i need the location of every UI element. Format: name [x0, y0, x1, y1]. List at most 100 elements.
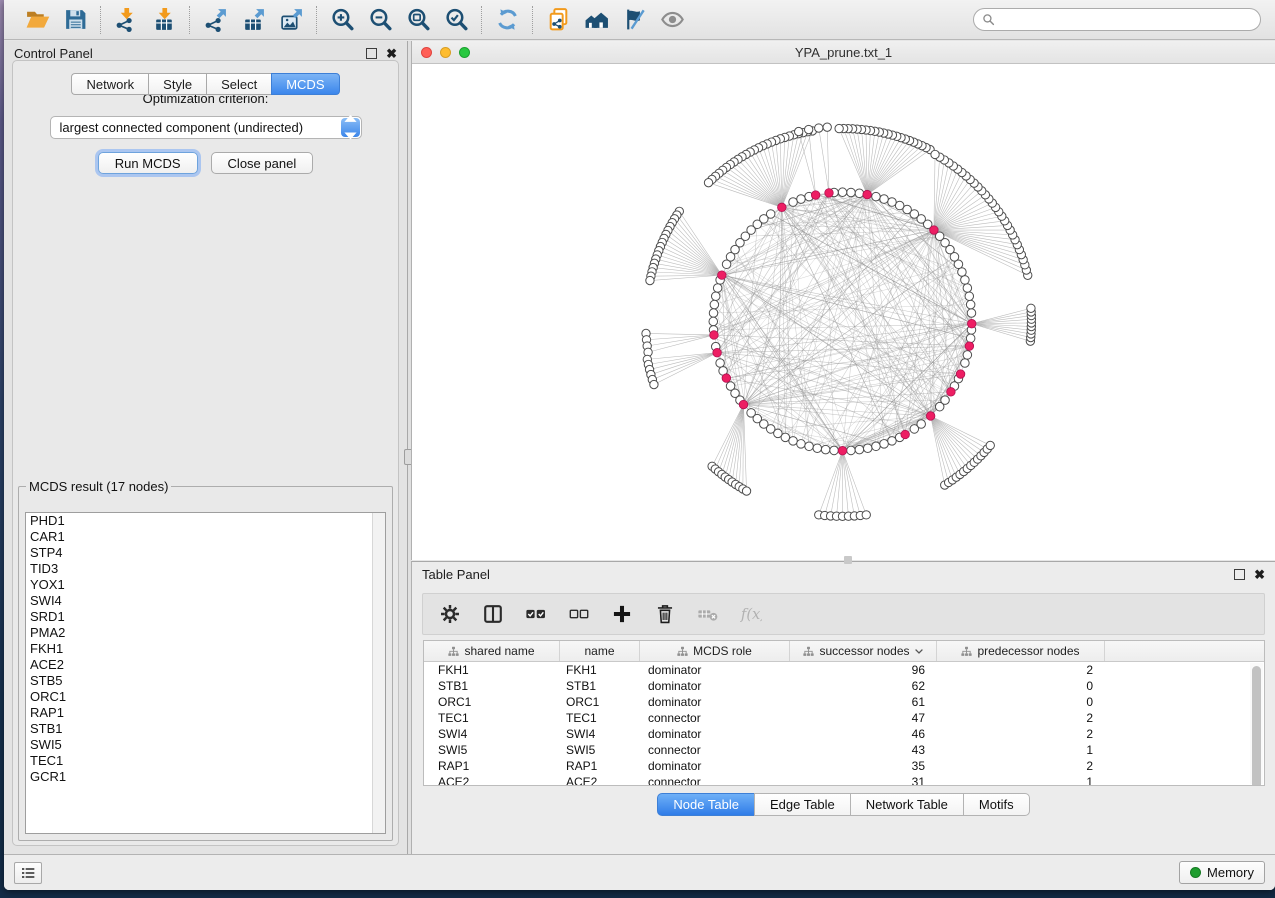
table-row[interactable]: ACE2ACE2connector311 — [424, 774, 1264, 786]
control-panel-tabs: NetworkStyleSelectMCDS — [4, 73, 407, 95]
close-panel-button[interactable]: Close panel — [211, 152, 314, 174]
import-network-button[interactable] — [111, 6, 141, 34]
network-canvas[interactable] — [412, 65, 1275, 560]
import-table-button[interactable] — [149, 6, 179, 34]
mcds-node-item[interactable]: STP4 — [26, 545, 385, 561]
search-box[interactable] — [973, 8, 1261, 31]
table-row[interactable]: RAP1RAP1dominator352 — [424, 758, 1264, 774]
table-row[interactable]: STB1STB1dominator620 — [424, 678, 1264, 694]
sitemap-icon — [677, 646, 688, 657]
table-row[interactable]: ORC1ORC1dominator610 — [424, 694, 1264, 710]
network-window: YPA_prune.txt_1 — [411, 41, 1275, 560]
table-row[interactable]: TEC1TEC1connector472 — [424, 710, 1264, 726]
select-all-button[interactable] — [523, 601, 549, 627]
table-panel-header: Table Panel ✖ — [412, 562, 1275, 586]
zoom-selected-icon — [444, 7, 469, 32]
mcds-result-list[interactable]: PHD1CAR1STP4TID3YOX1SWI4SRD1PMA2FKH1ACE2… — [25, 512, 386, 834]
import-table-icon — [152, 7, 177, 32]
mcds-node-item[interactable]: RAP1 — [26, 705, 385, 721]
export-image-button[interactable] — [276, 6, 306, 34]
zoom-out-button[interactable] — [365, 6, 395, 34]
close-panel-icon[interactable]: ✖ — [386, 48, 397, 59]
eye-button[interactable] — [657, 6, 687, 34]
export-network-button[interactable] — [200, 6, 230, 34]
float-panel-icon[interactable] — [366, 48, 377, 59]
zoom-in-button[interactable] — [327, 6, 357, 34]
control-panel-title: Control Panel — [14, 46, 93, 61]
table-scrollbar[interactable] — [1250, 663, 1263, 784]
column-header-name[interactable]: name — [560, 641, 640, 661]
mcds-node-item[interactable]: STB1 — [26, 721, 385, 737]
mcds-node-item[interactable]: CAR1 — [26, 529, 385, 545]
mcds-node-item[interactable]: GCR1 — [26, 769, 385, 785]
mcds-node-item[interactable]: TEC1 — [26, 753, 385, 769]
documents-share-button[interactable] — [543, 6, 573, 34]
export-table-button[interactable] — [238, 6, 268, 34]
add-button[interactable] — [609, 601, 635, 627]
column-header-MCDS-role[interactable]: MCDS role — [640, 641, 790, 661]
zoom-selected-button[interactable] — [441, 6, 471, 34]
splitter-grip-horizontal[interactable] — [844, 556, 852, 564]
mcds-node-item[interactable]: ORC1 — [26, 689, 385, 705]
tab-network-table[interactable]: Network Table — [850, 793, 963, 816]
memory-status-icon — [1190, 867, 1201, 878]
function-icon: f(x) — [740, 603, 762, 625]
export-network-icon — [203, 7, 228, 32]
open-session-button[interactable] — [22, 6, 52, 34]
mcds-node-item[interactable]: STB5 — [26, 673, 385, 689]
tab-style[interactable]: Style — [148, 73, 206, 95]
mcds-node-item[interactable]: FKH1 — [26, 641, 385, 657]
float-panel-icon[interactable] — [1234, 569, 1245, 580]
mcds-list-scrollbar[interactable] — [372, 513, 385, 833]
flag-slash-button[interactable] — [619, 6, 649, 34]
zoom-out-icon — [368, 7, 393, 32]
tab-node-table[interactable]: Node Table — [657, 793, 754, 816]
main-toolbar — [4, 0, 1275, 40]
trash-button[interactable] — [652, 601, 678, 627]
table-row[interactable]: SWI4SWI4dominator462 — [424, 726, 1264, 742]
refresh-network-button[interactable] — [492, 6, 522, 34]
save-session-button[interactable] — [60, 6, 90, 34]
mcds-node-item[interactable]: SWI4 — [26, 593, 385, 609]
mcds-node-item[interactable]: PHD1 — [26, 513, 385, 529]
search-input[interactable] — [1000, 13, 1252, 27]
column-header-shared-name[interactable]: shared name — [424, 641, 560, 661]
network-window-titlebar[interactable]: YPA_prune.txt_1 — [412, 41, 1275, 64]
gear-button[interactable] — [437, 601, 463, 627]
deselect-all-button[interactable] — [566, 601, 592, 627]
table-scrollbar-thumb[interactable] — [1252, 666, 1261, 786]
memory-button[interactable]: Memory — [1179, 861, 1265, 884]
tab-edge-table[interactable]: Edge Table — [754, 793, 850, 816]
tab-motifs[interactable]: Motifs — [963, 793, 1030, 816]
mcds-node-item[interactable]: SRD1 — [26, 609, 385, 625]
table-row[interactable]: FKH1FKH1dominator962 — [424, 662, 1264, 678]
network-title: YPA_prune.txt_1 — [412, 45, 1275, 60]
tab-mcds[interactable]: MCDS — [271, 73, 339, 95]
save-session-icon — [63, 7, 88, 32]
network-graph[interactable] — [412, 65, 1275, 560]
mcds-node-item[interactable]: YOX1 — [26, 577, 385, 593]
mcds-node-item[interactable]: TID3 — [26, 561, 385, 577]
column-header-predecessor-nodes[interactable]: predecessor nodes — [937, 641, 1105, 661]
tab-network[interactable]: Network — [71, 73, 148, 95]
function-button: f(x) — [738, 601, 764, 627]
search-icon — [982, 13, 995, 26]
mcds-node-item[interactable]: ACE2 — [26, 657, 385, 673]
deselect-all-icon — [568, 603, 590, 625]
status-menu-button[interactable] — [14, 862, 42, 884]
columns-button[interactable] — [480, 601, 506, 627]
memory-label: Memory — [1207, 865, 1254, 880]
table-row[interactable]: SWI5SWI5connector431 — [424, 742, 1264, 758]
documents-share-icon — [546, 7, 571, 32]
mcds-node-item[interactable]: SWI5 — [26, 737, 385, 753]
run-mcds-button[interactable]: Run MCDS — [98, 152, 198, 174]
close-panel-icon[interactable]: ✖ — [1254, 569, 1265, 580]
mcds-node-item[interactable]: PMA2 — [26, 625, 385, 641]
node-table: shared namenameMCDS rolesuccessor nodesp… — [423, 640, 1265, 786]
zoom-fit-button[interactable] — [403, 6, 433, 34]
mcds-tab-content: Optimization criterion: largest connecte… — [12, 60, 399, 846]
houses-button[interactable] — [581, 6, 611, 34]
optimization-dropdown[interactable]: largest connected component (undirected) — [50, 116, 362, 139]
column-header-successor-nodes[interactable]: successor nodes — [790, 641, 937, 661]
tab-select[interactable]: Select — [206, 73, 271, 95]
